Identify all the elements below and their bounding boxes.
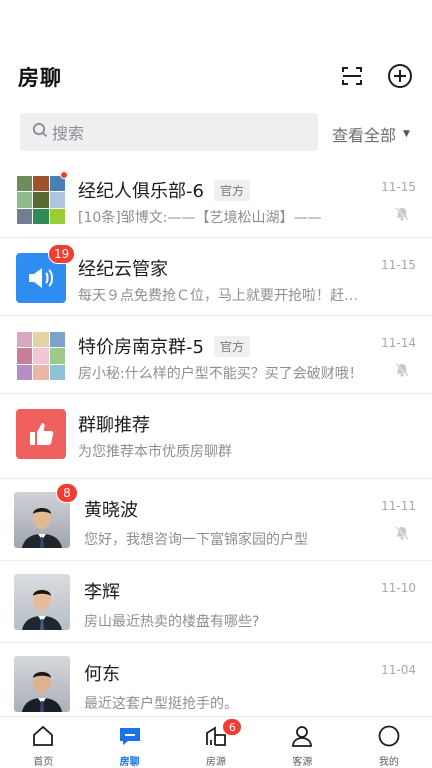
chat-row[interactable]: 经纪人俱乐部-6 官方 [10条]邹博文:——【艺境松山湖】—— 11-15: [0, 160, 432, 238]
chat-icon: [117, 723, 143, 749]
building-icon: [203, 723, 229, 749]
page-title: 房聊: [18, 66, 62, 90]
chat-time: 11-15: [381, 180, 416, 194]
unread-badge: 19: [48, 244, 76, 264]
recommend-avatar: [16, 409, 66, 459]
mute-bell-icon: [394, 206, 410, 222]
tab-clients[interactable]: 客源: [259, 717, 345, 768]
person-avatar: [14, 656, 70, 712]
search-icon: [32, 122, 48, 142]
chat-time: 11-10: [381, 581, 416, 595]
chat-title: 黄晓波: [84, 496, 138, 522]
chat-name: 经纪人俱乐部-6: [78, 181, 204, 202]
chat-time: 11-11: [381, 499, 416, 513]
chat-preview: 您好，我想咨询一下富锦家园的户型: [84, 532, 308, 548]
unread-dot: [60, 171, 68, 179]
chat-row[interactable]: 8 黄晓波 您好，我想咨询一下富锦家园的户型 11-11: [0, 479, 432, 561]
tab-chat[interactable]: 6 房聊: [86, 717, 243, 768]
bottom-tab-bar: 首页 6 房聊 房源 客源 我的: [0, 716, 432, 768]
chat-row[interactable]: 李辉 房山最近热卖的楼盘有哪些? 11-10: [0, 561, 432, 643]
chat-title: 群聊推荐: [78, 411, 150, 437]
chat-row[interactable]: 19 经纪云管家 每天９点免费抢Ｃ位，马上就要开抢啦！赶… 11-15: [0, 238, 432, 316]
mute-bell-icon: [394, 362, 410, 378]
tab-label: 我的: [378, 757, 399, 768]
caret-down-icon: ▼: [403, 129, 410, 139]
speaker-icon: [29, 268, 53, 288]
chat-name: 群聊推荐: [78, 415, 150, 436]
chat-time: 11-14: [381, 336, 416, 350]
chat-preview: 房山最近热卖的楼盘有哪些?: [84, 614, 260, 630]
chat-title: 特价房南京群-5 官方: [78, 333, 250, 359]
view-all-dropdown[interactable]: 查看全部 ▼: [332, 122, 410, 146]
chat-time: 11-04: [381, 663, 416, 677]
chat-row[interactable]: 群聊推荐 为您推荐本市优质房聊群: [0, 394, 432, 479]
profile-icon: [376, 723, 402, 749]
mute-bell-icon: [394, 525, 410, 541]
unread-badge: 8: [56, 483, 78, 503]
chat-title: 李辉: [84, 578, 120, 604]
chat-name: 经纪云管家: [78, 259, 168, 280]
chat-row[interactable]: 特价房南京群-5 官方 房小秘:什么样的户型不能买？买了会破财哦！ 11-14: [0, 316, 432, 394]
scan-icon[interactable]: [338, 62, 366, 90]
tab-me[interactable]: 我的: [346, 717, 432, 768]
chat-preview: 最近这套户型挺抢手的。: [84, 696, 238, 712]
tab-label: 客源: [292, 757, 313, 768]
view-all-label: 查看全部: [332, 126, 397, 145]
person-icon: [289, 723, 315, 749]
chat-row[interactable]: 何东 最近这套户型挺抢手的。 11-04: [0, 643, 432, 725]
chat-name: 特价房南京群-5: [78, 337, 204, 358]
thumbs-up-icon: [30, 423, 54, 445]
tab-label: 房聊: [119, 757, 140, 768]
chat-name: 黄晓波: [84, 500, 138, 521]
official-tag: 官方: [213, 335, 250, 357]
chat-title: 何东: [84, 660, 120, 686]
top-header: 房聊: [0, 52, 432, 100]
chat-time: 11-15: [381, 258, 416, 272]
chat-title: 经纪人俱乐部-6 官方: [78, 177, 250, 203]
person-avatar: [14, 574, 70, 630]
home-icon: [30, 723, 56, 749]
group-avatar: [16, 175, 66, 225]
tab-label: 房源: [206, 757, 227, 768]
chat-list: 经纪人俱乐部-6 官方 [10条]邹博文:——【艺境松山湖】—— 11-15 1…: [0, 160, 432, 725]
chat-preview: 每天９点免费抢Ｃ位，马上就要开抢啦！赶…: [78, 288, 358, 304]
official-tag: 官方: [213, 179, 250, 201]
add-icon[interactable]: [386, 62, 414, 90]
chat-preview: 房小秘:什么样的户型不能买？买了会破财哦！: [78, 366, 363, 382]
group-avatar: [16, 331, 66, 381]
chat-title: 经纪云管家: [78, 255, 168, 281]
tab-home[interactable]: 首页: [0, 717, 86, 768]
search-row: 搜索 查看全部 ▼: [0, 113, 432, 151]
chat-preview: [10条]邹博文:——【艺境松山湖】——: [78, 210, 322, 226]
tab-label: 首页: [33, 757, 54, 768]
chat-name: 何东: [84, 664, 120, 685]
tab-listings[interactable]: 房源: [173, 717, 259, 768]
search-input[interactable]: 搜索: [20, 113, 318, 151]
chat-preview: 为您推荐本市优质房聊群: [78, 444, 232, 460]
search-placeholder: 搜索: [52, 124, 85, 143]
chat-name: 李辉: [84, 582, 120, 603]
